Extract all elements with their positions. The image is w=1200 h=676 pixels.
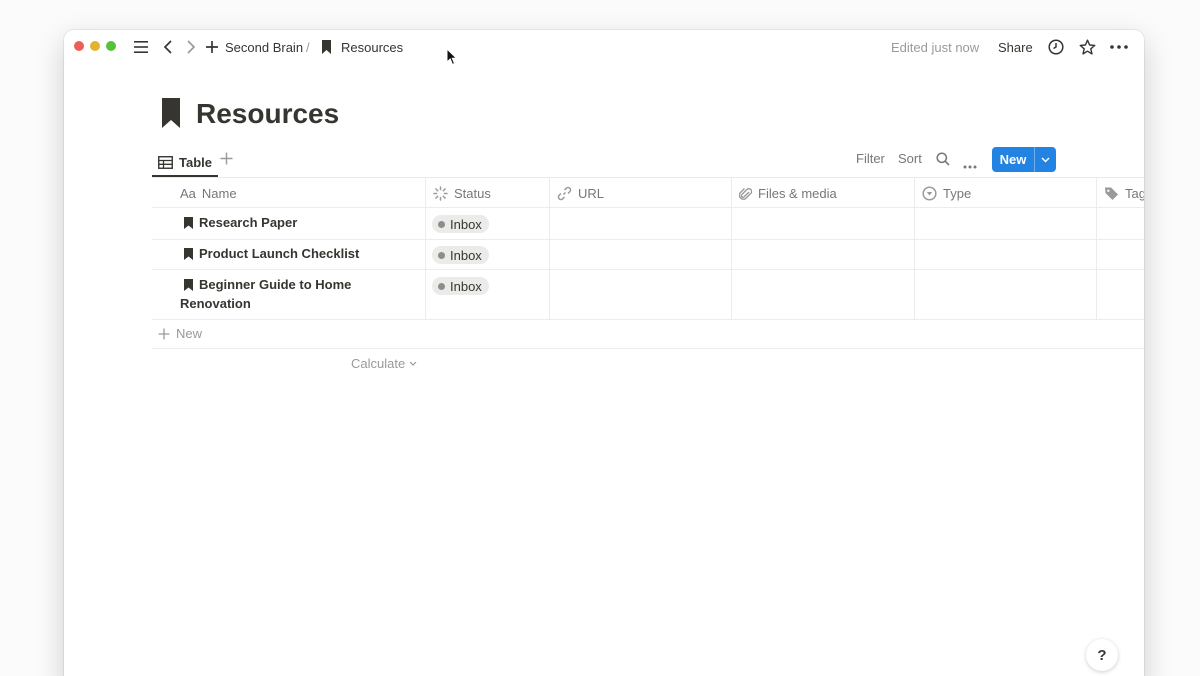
history-clock-icon[interactable] — [1047, 38, 1065, 56]
column-header-label: Files & media — [758, 185, 837, 201]
add-row-button[interactable]: New — [158, 326, 202, 341]
status-dot — [438, 220, 445, 228]
row-divider — [152, 269, 1144, 270]
sidebar-menu-icon[interactable] — [132, 38, 150, 56]
column-header-label: Name — [201, 185, 237, 201]
column-header-files[interactable]: Files & media — [731, 178, 914, 208]
column-header-url[interactable]: URL — [549, 178, 731, 208]
window-close-button[interactable] — [74, 41, 84, 51]
column-divider — [731, 178, 732, 320]
calculate-dropdown[interactable]: Calculate — [351, 356, 417, 371]
new-record-button[interactable]: New — [992, 147, 1056, 172]
status-badge[interactable]: Inbox — [432, 246, 489, 264]
row-divider — [152, 239, 1144, 240]
new-record-label: New — [999, 152, 1027, 167]
column-header-label: Tag — [1125, 185, 1144, 201]
paperclip-icon — [739, 187, 752, 200]
table-row-name[interactable]: Research Paper — [184, 213, 419, 232]
calculate-label: Calculate — [351, 356, 406, 371]
column-header-label: Type — [943, 185, 972, 201]
tab-table-label: Table — [179, 154, 212, 170]
window-minimize-button[interactable] — [90, 41, 100, 51]
column-divider — [425, 178, 426, 320]
window-maximize-button[interactable] — [106, 41, 116, 51]
bookmark-icon — [184, 279, 193, 291]
breadcrumb-current[interactable]: Resources — [341, 40, 403, 56]
app-window: Second Brain / Resources Edited just now… — [64, 30, 1144, 676]
search-icon[interactable] — [936, 152, 950, 170]
help-button[interactable]: ? — [1086, 639, 1118, 671]
column-header-type[interactable]: Type — [914, 178, 1096, 208]
text-property-icon: Aa — [180, 185, 196, 201]
status-badge-label: Inbox — [450, 216, 482, 232]
column-header-tag[interactable]: Tag — [1096, 178, 1144, 208]
back-arrow-icon[interactable] — [159, 38, 177, 56]
tab-table[interactable]: Table — [158, 150, 212, 174]
column-header-status[interactable]: Status — [425, 178, 549, 208]
row-title: Research Paper — [199, 215, 298, 230]
status-badge[interactable]: Inbox — [432, 215, 489, 233]
column-divider — [914, 178, 915, 320]
edited-status: Edited just now — [891, 40, 980, 55]
forward-arrow-icon[interactable] — [182, 38, 200, 56]
select-property-icon — [922, 185, 937, 201]
header-bottom-border — [152, 207, 1144, 208]
plus-icon — [158, 328, 170, 339]
row-divider — [152, 319, 1144, 320]
link-icon — [557, 186, 572, 200]
status-property-icon — [433, 185, 448, 201]
row-title: Product Launch Checklist — [199, 246, 360, 261]
filter-button[interactable]: Filter — [856, 151, 885, 167]
breadcrumb-parent[interactable]: Second Brain — [225, 40, 303, 56]
status-dot — [438, 282, 445, 290]
chevron-down-icon — [409, 361, 417, 366]
view-more-icon[interactable] — [963, 157, 977, 173]
bookmark-icon — [184, 217, 193, 229]
row-title: Beginner Guide to Home Renovation — [180, 277, 352, 311]
page-bookmark-icon[interactable] — [160, 98, 182, 128]
add-page-icon[interactable] — [203, 38, 221, 56]
status-badge-label: Inbox — [450, 278, 482, 294]
page-title[interactable]: Resources — [196, 96, 339, 132]
status-badge[interactable]: Inbox — [432, 277, 489, 295]
favorite-star-icon[interactable] — [1078, 38, 1096, 56]
more-options-icon[interactable] — [1110, 38, 1128, 56]
column-header-name[interactable]: Aa Name — [172, 178, 425, 208]
share-button[interactable]: Share — [998, 40, 1033, 56]
add-row-label: New — [176, 326, 203, 341]
column-divider — [549, 178, 550, 320]
breadcrumb-separator: / — [306, 40, 310, 55]
table-view-icon — [158, 155, 173, 169]
bookmark-icon — [184, 248, 193, 260]
mouse-cursor-icon — [446, 48, 458, 66]
status-dot — [438, 251, 445, 259]
sort-button[interactable]: Sort — [898, 151, 922, 167]
table-row-name[interactable]: Beginner Guide to Home Renovation — [180, 275, 402, 313]
add-view-icon[interactable] — [220, 150, 238, 168]
column-divider — [1096, 178, 1097, 320]
tag-icon — [1105, 187, 1118, 200]
status-badge-label: Inbox — [450, 247, 482, 263]
column-header-label: URL — [578, 185, 605, 201]
chevron-down-icon[interactable] — [1035, 156, 1056, 163]
bookmark-icon — [317, 38, 335, 56]
column-header-label: Status — [454, 185, 491, 201]
top-bar: Second Brain / Resources Edited just now… — [64, 30, 1144, 66]
table-bottom-border — [152, 348, 1144, 349]
table-row-name[interactable]: Product Launch Checklist — [184, 244, 419, 263]
